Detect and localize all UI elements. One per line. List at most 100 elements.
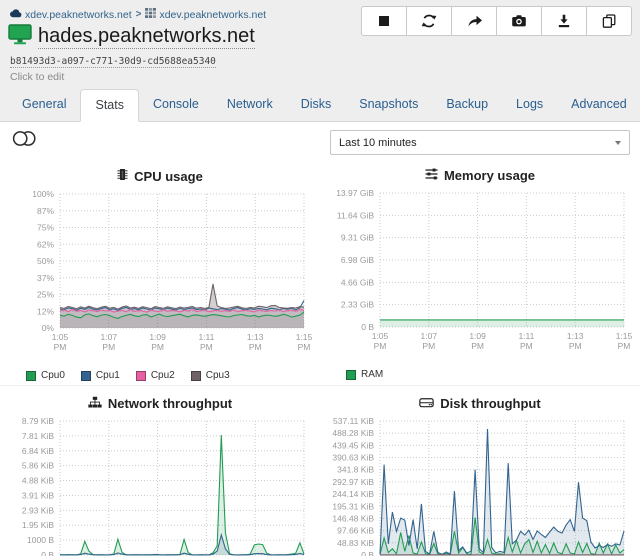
breadcrumb-host-link[interactable]: xdev.peaknetworks.net [145,8,266,21]
svg-text:48.83 KiB: 48.83 KiB [337,538,374,548]
network-throughput-chart: 1:05PM1:07PM1:09PM1:11PM1:13PM1:15PM8.79… [2,413,318,556]
breadcrumb-separator: > [136,9,142,20]
cpu-usage-panel: CPU usage 1:05PM 1:07PM 1:09PM 1:11PM 1:13PM… [0,162,320,385]
vm-uuid[interactable]: b81493d3-a097-c771-30d9-cd5688ea5340 [10,56,216,68]
breadcrumb-pool-link[interactable]: xdev.peaknetworks.net [10,9,132,21]
vm-title[interactable]: hades.peaknetworks.net [38,25,255,49]
memory-usage-chart: 1:05PM1:07PM1:09PM1:11PM1:13PM1:15PM13.9… [322,185,638,366]
svg-text:2.33 GiB: 2.33 GiB [341,300,374,310]
time-range-value: Last 10 minutes [339,137,417,149]
refresh-icon [421,13,437,29]
chart-title-text: Disk throughput [440,396,540,411]
svg-text:1:09PM: 1:09PM [149,332,166,352]
copy-icon [601,13,617,29]
tab-console[interactable]: Console [139,89,213,122]
svg-text:13.97 GiB: 13.97 GiB [336,188,374,198]
svg-text:1:13PM: 1:13PM [247,332,264,352]
copy-button[interactable] [586,6,632,36]
migrate-button[interactable] [451,6,497,36]
download-icon [556,13,572,29]
svg-text:1:05PM: 1:05PM [372,331,389,351]
svg-text:488.28 KiB: 488.28 KiB [332,428,374,438]
svg-text:292.97 KiB: 292.97 KiB [332,477,374,487]
sitemap-icon [88,396,102,411]
svg-text:12%: 12% [37,306,54,316]
svg-text:6.84 KiB: 6.84 KiB [22,446,54,456]
sliders-icon [425,168,438,183]
svg-text:7.81 KiB: 7.81 KiB [22,431,54,441]
tab-logs[interactable]: Logs [502,89,557,122]
chevron-down-icon [615,141,621,145]
charts-grid: CPU usage 1:05PM1:07PM1:09PM1:11PM1:13PM… [0,162,640,556]
chart-legend: RAM [322,369,638,380]
chart-title-text: Network throughput [108,396,232,411]
svg-text:537.11 KiB: 537.11 KiB [333,416,374,426]
legend-color-swatch [81,371,91,381]
tab-disks[interactable]: Disks [287,89,346,122]
tab-advanced[interactable]: Advanced [557,89,640,122]
disk-throughput-chart: 1:05PM1:07PM1:09PM1:11PM1:13PM1:15PM537.… [322,413,638,556]
svg-text:1:09PM: 1:09PM [469,331,486,351]
vm-tabs: General Stats Console Network Disks Snap… [0,89,640,122]
svg-text:5.86 KiB: 5.86 KiB [22,461,54,471]
legend-color-swatch [346,370,356,380]
chart-legend: Cpu0Cpu1Cpu2Cpu3 [2,370,318,381]
tab-backup[interactable]: Backup [432,89,502,122]
breadcrumb-label: xdev.peaknetworks.net [25,9,132,21]
toggle-charts-button[interactable] [12,130,37,150]
memory-usage-panel: Memory usage 1:05PM1:07PM1:09PM1:11PM1:1… [320,162,640,385]
snapshot-button[interactable] [496,6,542,36]
svg-text:1:15PM: 1:15PM [616,331,633,351]
svg-text:50%: 50% [37,256,54,266]
svg-text:75%: 75% [37,223,54,233]
svg-text:0 B: 0 B [361,550,374,556]
svg-text:244.14 KiB: 244.14 KiB [332,489,374,499]
tab-network[interactable]: Network [213,89,287,122]
breadcrumb-label: xdev.peaknetworks.net [159,9,266,21]
toggle-icon [12,135,37,150]
reboot-button[interactable] [406,6,452,36]
legend-label: Cpu1 [96,370,120,381]
tab-snapshots[interactable]: Snapshots [345,89,432,122]
svg-text:11.64 GiB: 11.64 GiB [337,210,375,220]
share-arrow-icon [466,13,483,29]
svg-text:1:11PM: 1:11PM [198,332,214,352]
vm-header: xdev.peaknetworks.net > xdev.peaknetwork… [0,0,640,122]
time-range-select[interactable]: Last 10 minutes [330,130,630,155]
svg-text:8.79 KiB: 8.79 KiB [22,416,54,426]
svg-text:0 B: 0 B [361,322,374,332]
edit-hint: Click to edit [10,71,640,83]
tab-stats[interactable]: Stats [80,89,139,122]
svg-text:1:07PM: 1:07PM [101,332,118,352]
cpu-usage-chart: 1:05PM1:07PM1:09PM1:11PM1:13PM1:15PM100%… [2,186,318,367]
svg-text:390.63 KiB: 390.63 KiB [332,453,374,463]
svg-text:6.98 GiB: 6.98 GiB [341,255,374,265]
disk-throughput-panel: Disk throughput 1:05PM1:07PM1:09PM1:11PM… [320,385,640,556]
svg-text:1:15PM: 1:15PM [296,332,313,352]
stop-button[interactable] [361,6,407,36]
svg-text:1:13PM: 1:13PM [567,331,584,351]
camera-icon [511,13,527,29]
svg-text:25%: 25% [37,290,54,300]
network-throughput-panel: Network throughput 1:05PM1:07PM1:09PM1:1… [0,385,320,556]
cloud-icon [10,9,22,21]
svg-text:4.66 GiB: 4.66 GiB [341,277,374,287]
legend-item: RAM [346,369,383,380]
legend-color-swatch [136,371,146,381]
svg-text:4.88 KiB: 4.88 KiB [22,476,54,486]
legend-item: Cpu2 [136,370,175,381]
svg-text:1:07PM: 1:07PM [421,331,438,351]
svg-text:87%: 87% [37,206,54,216]
svg-text:1.95 KiB: 1.95 KiB [22,520,54,530]
export-button[interactable] [541,6,587,36]
svg-text:1:05PM: 1:05PM [52,332,69,352]
svg-text:146.48 KiB: 146.48 KiB [332,513,374,523]
microchip-icon [117,168,128,184]
vm-stats-page: xdev.peaknetworks.net > xdev.peaknetwork… [0,0,640,556]
legend-label: Cpu2 [151,370,175,381]
legend-item: Cpu1 [81,370,120,381]
tab-general[interactable]: General [8,89,80,122]
legend-label: Cpu0 [41,370,65,381]
chart-title-text: CPU usage [134,169,203,184]
chart-title-text: Memory usage [444,168,535,183]
